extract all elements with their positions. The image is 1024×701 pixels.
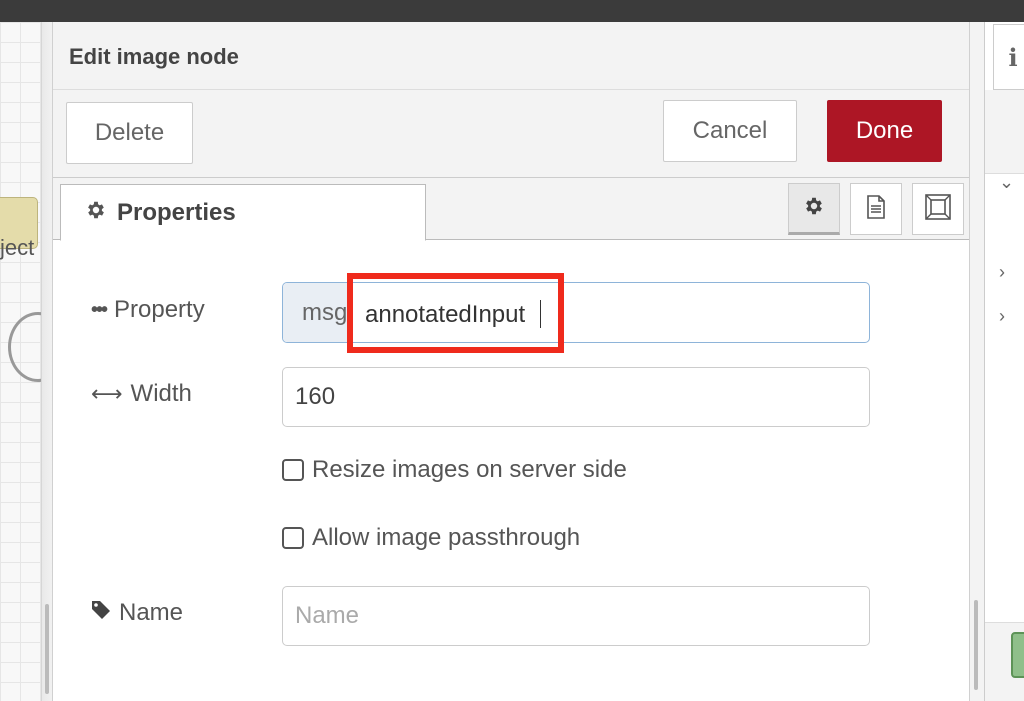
passthrough-checkbox-label: Allow image passthrough <box>312 524 581 551</box>
done-button[interactable]: Done <box>827 100 942 162</box>
gear-icon <box>85 199 107 226</box>
passthrough-option[interactable]: Allow image passthrough <box>282 524 580 552</box>
right-sidebar: i ⌄ › › <box>984 22 1024 701</box>
dialog-title: Edit image node <box>69 44 239 69</box>
tray-shadow <box>42 22 52 701</box>
arrows-horizontal-icon: ⟷ <box>91 381 123 406</box>
tab-settings[interactable] <box>788 183 840 235</box>
tab-properties-label: Properties <box>117 198 236 226</box>
passthrough-checkbox[interactable] <box>282 527 304 549</box>
msg-prefix-selector[interactable]: msg. <box>283 283 354 342</box>
chevron-down-icon[interactable]: ⌄ <box>999 172 1014 193</box>
property-label: Property <box>114 296 205 323</box>
info-tab[interactable]: i <box>993 24 1024 90</box>
delete-button[interactable]: Delete <box>66 102 193 164</box>
top-bar <box>0 0 1024 22</box>
name-label-row: Name <box>91 599 183 627</box>
resize-checkbox-label: Resize images on server side <box>312 456 627 483</box>
dialog-scrollbar[interactable] <box>974 600 978 690</box>
tag-icon <box>91 599 111 627</box>
workspace-scrollbar[interactable] <box>45 604 49 694</box>
property-label-row: ••• Property <box>91 296 205 324</box>
dialog-header: Edit image node <box>53 22 969 90</box>
name-label: Name <box>119 599 184 626</box>
flow-workspace[interactable]: ject <box>0 22 42 701</box>
sidebar-node-swatch[interactable] <box>1011 632 1024 678</box>
cancel-button[interactable]: Cancel <box>663 100 797 162</box>
appearance-icon <box>924 193 952 226</box>
tab-appearance[interactable] <box>912 183 964 235</box>
width-input[interactable]: 160 <box>282 367 870 427</box>
chevron-right-icon[interactable]: › <box>999 306 1005 327</box>
tab-description[interactable] <box>850 183 902 235</box>
width-label-row: ⟷ Width <box>91 380 192 408</box>
flow-wire <box>8 312 41 382</box>
sidebar-toolbar <box>985 90 1024 174</box>
flow-node-label: ject <box>0 235 35 260</box>
resize-option[interactable]: Resize images on server side <box>282 456 627 484</box>
resize-checkbox[interactable] <box>282 459 304 481</box>
gear-icon <box>803 195 825 222</box>
chevron-right-icon[interactable]: › <box>999 262 1005 283</box>
name-input[interactable]: Name <box>282 586 870 646</box>
tab-properties[interactable]: Properties <box>60 184 426 241</box>
edit-dialog: Edit image node Delete Cancel Done Prope… <box>52 22 970 701</box>
annotation-highlight-box <box>347 273 564 353</box>
ellipsis-icon: ••• <box>91 298 108 321</box>
width-label: Width <box>130 380 192 407</box>
name-placeholder: Name <box>295 602 360 629</box>
dialog-toolbar: Delete Cancel Done <box>53 90 969 178</box>
description-icon <box>866 194 886 224</box>
tab-strip: Properties <box>53 178 969 241</box>
